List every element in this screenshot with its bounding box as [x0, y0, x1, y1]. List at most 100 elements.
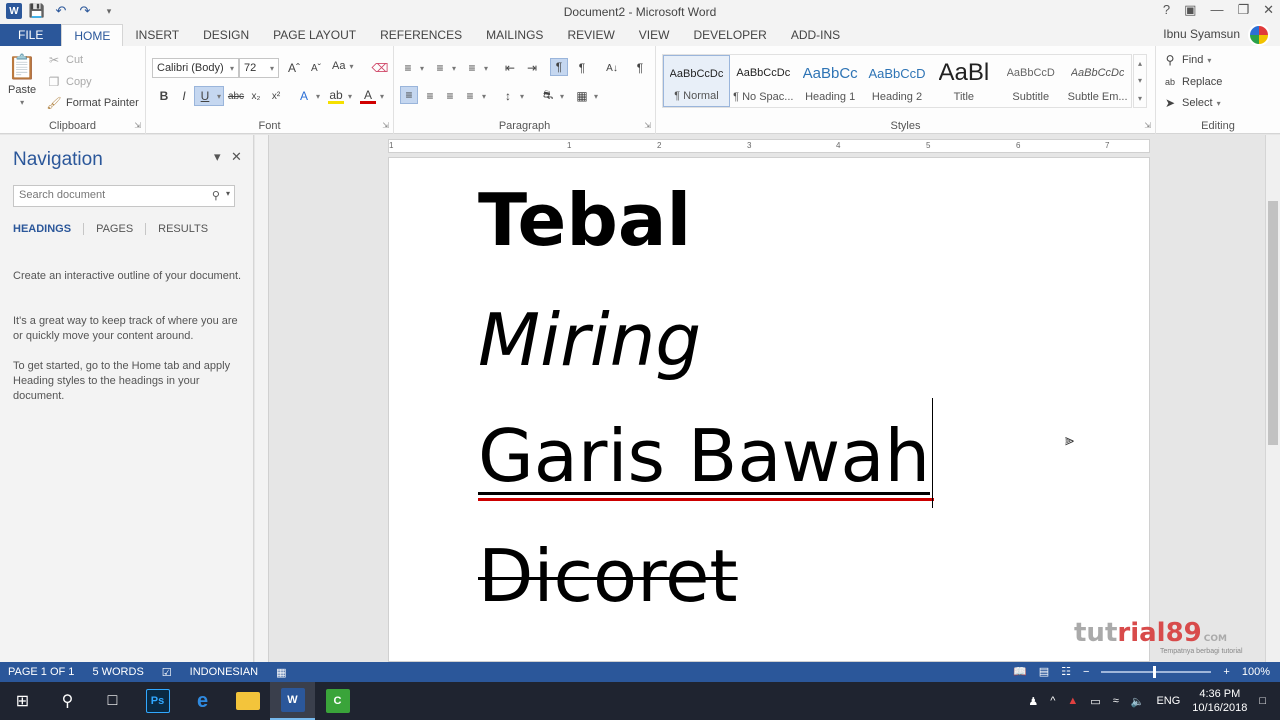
bullets-button[interactable]: ≡ ▾	[400, 60, 424, 76]
ltr-button[interactable]: ¶	[550, 58, 568, 76]
tab-references[interactable]: REFERENCES	[368, 24, 474, 46]
horizontal-ruler[interactable]: 1 1 2 3 4 5 6 7	[388, 139, 1150, 153]
style-subtitle[interactable]: AaBbCcD Subtitle	[997, 55, 1064, 107]
notifications-icon[interactable]: □	[1259, 695, 1266, 707]
zoom-out-icon[interactable]: −	[1083, 666, 1089, 678]
tab-page-layout[interactable]: PAGE LAYOUT	[261, 24, 368, 46]
photoshop-app[interactable]: Ps	[135, 682, 180, 720]
zoom-slider[interactable]	[1101, 665, 1212, 678]
tab-review[interactable]: REVIEW	[555, 24, 626, 46]
word-app[interactable]: W	[270, 682, 315, 720]
zoom-slider-knob[interactable]	[1153, 665, 1157, 678]
word-count[interactable]: 5 WORDS	[92, 666, 143, 678]
battery-icon[interactable]: ▭	[1090, 695, 1100, 708]
numbering-button[interactable]: ≡ ▾	[432, 60, 456, 76]
paste-button[interactable]: 📋 Paste ▾	[7, 52, 37, 108]
chevron-up-icon[interactable]: ^	[1050, 695, 1055, 707]
tab-headings[interactable]: HEADINGS	[13, 223, 85, 235]
start-button[interactable]: ⊞	[0, 682, 45, 720]
people-icon[interactable]: ♟	[1028, 695, 1038, 708]
font-size-select[interactable]: 72 ▾	[239, 58, 279, 78]
macro-recording-icon[interactable]: ▦	[276, 666, 286, 679]
close-icon[interactable]: ✕	[231, 149, 242, 165]
maximize-button[interactable]: ❐	[1237, 2, 1249, 18]
replace-button[interactable]: ab Replace	[1162, 74, 1222, 90]
italic-text[interactable]: Miring	[478, 304, 701, 376]
zoom-in-icon[interactable]: +	[1223, 666, 1229, 678]
chevron-down-icon[interactable]: ▾	[1138, 76, 1142, 85]
wifi-icon[interactable]: ≈	[1113, 695, 1119, 707]
bold-button[interactable]: B	[156, 88, 172, 104]
style-heading-2[interactable]: AaBbCcD Heading 2	[864, 55, 931, 107]
justify-button[interactable]: ≡ ▾	[462, 88, 486, 104]
rtl-button[interactable]: ¶	[574, 60, 590, 76]
sort-button[interactable]: A↓	[604, 60, 620, 76]
vertical-ruler[interactable]	[255, 135, 269, 662]
camtasia-app[interactable]: C	[315, 682, 360, 720]
format-painter-button[interactable]: 🖌 Format Painter	[46, 95, 138, 111]
avatar[interactable]	[1248, 24, 1270, 46]
search-button[interactable]: ⚲	[45, 682, 90, 720]
underlined-text[interactable]: Garis Bawah	[478, 420, 931, 495]
underline-button[interactable]: U ▾	[194, 86, 225, 106]
chevron-up-icon[interactable]: ▴	[1138, 59, 1142, 68]
find-button[interactable]: ⚲ Find ▾	[1162, 52, 1212, 68]
tab-mailings[interactable]: MAILINGS	[474, 24, 555, 46]
multilevel-list-button[interactable]: ≡ ▾	[464, 60, 488, 76]
dialog-launcher-icon[interactable]: ⇲	[1144, 121, 1151, 130]
tab-add-ins[interactable]: ADD-INS	[779, 24, 852, 46]
tab-pages[interactable]: PAGES	[96, 223, 147, 235]
language-status[interactable]: INDONESIAN	[190, 666, 258, 678]
document-page[interactable]: Tebal Miring Garis Bawah Dicoret ⫸	[388, 157, 1150, 662]
tab-insert[interactable]: INSERT	[123, 24, 191, 46]
tab-file[interactable]: FILE	[0, 24, 62, 46]
chevron-down-icon[interactable]: ▾	[226, 189, 230, 202]
volume-icon[interactable]: 🔈	[1131, 695, 1145, 708]
search-input[interactable]: Search document ⚲ ▾	[13, 185, 235, 207]
shading-button[interactable]: ⛐ ▾	[540, 88, 564, 104]
tab-results[interactable]: RESULTS	[158, 223, 220, 235]
bold-text[interactable]: Tebal	[478, 184, 691, 256]
align-center-button[interactable]: ≡	[422, 88, 438, 104]
clear-formatting-button[interactable]: ⌫	[372, 60, 389, 76]
shrink-font-button[interactable]: Aˇ	[308, 60, 324, 76]
minimize-button[interactable]: —	[1210, 2, 1223, 18]
subscript-button[interactable]: x₂	[248, 88, 264, 104]
style-no-spacing[interactable]: AaBbCcDc ¶ No Spac...	[730, 55, 797, 107]
show-marks-button[interactable]: ¶	[632, 60, 648, 76]
decrease-indent-button[interactable]: ⇤	[502, 60, 518, 76]
font-name-select[interactable]: Calibri (Body) ▾	[152, 58, 239, 78]
text-effects-button[interactable]: A ▾	[296, 88, 320, 104]
tab-view[interactable]: VIEW	[627, 24, 682, 46]
style-title[interactable]: AaBl Title	[930, 55, 997, 107]
copy-button[interactable]: ❐ Copy	[46, 74, 92, 90]
proofing-icon[interactable]: ☑	[162, 666, 172, 679]
style-subtle-emphasis[interactable]: AaBbCcDc Subtle Em...	[1064, 55, 1131, 107]
search-icon[interactable]: ⚲	[212, 189, 220, 202]
more-icon[interactable]: ▾	[1138, 94, 1142, 103]
line-spacing-button[interactable]: ↕ ▾	[500, 88, 524, 104]
cut-button[interactable]: ✂ Cut	[46, 52, 83, 68]
help-icon[interactable]: ?	[1163, 2, 1170, 18]
increase-indent-button[interactable]: ⇥	[524, 60, 540, 76]
grow-font-button[interactable]: Aˆ	[286, 60, 302, 76]
tab-home[interactable]: HOME	[61, 24, 124, 46]
antivirus-icon[interactable]: ▲	[1067, 695, 1078, 707]
input-language[interactable]: ENG	[1156, 695, 1180, 707]
file-explorer-app[interactable]	[225, 682, 270, 720]
font-color-button[interactable]: A ▾	[360, 88, 384, 104]
task-view-button[interactable]: □	[90, 682, 135, 720]
page-count[interactable]: PAGE 1 OF 1	[8, 666, 74, 678]
vertical-scrollbar[interactable]	[1265, 135, 1280, 662]
dialog-launcher-icon[interactable]: ⇲	[382, 121, 389, 130]
superscript-button[interactable]: x²	[268, 88, 284, 104]
borders-button[interactable]: ▦ ▾	[574, 88, 598, 104]
style-heading-1[interactable]: AaBbCc Heading 1	[797, 55, 864, 107]
dialog-launcher-icon[interactable]: ⇲	[644, 121, 651, 130]
print-layout-icon[interactable]: ▤	[1039, 665, 1049, 678]
styles-gallery-scroll[interactable]: ▴ ▾ ▾	[1133, 54, 1147, 108]
strikethrough-text[interactable]: Dicoret	[478, 540, 738, 612]
change-case-button[interactable]: Aa ▾	[332, 60, 353, 72]
ribbon-display-options-icon[interactable]: ▣	[1184, 2, 1196, 18]
close-button[interactable]: ✕	[1263, 2, 1274, 18]
